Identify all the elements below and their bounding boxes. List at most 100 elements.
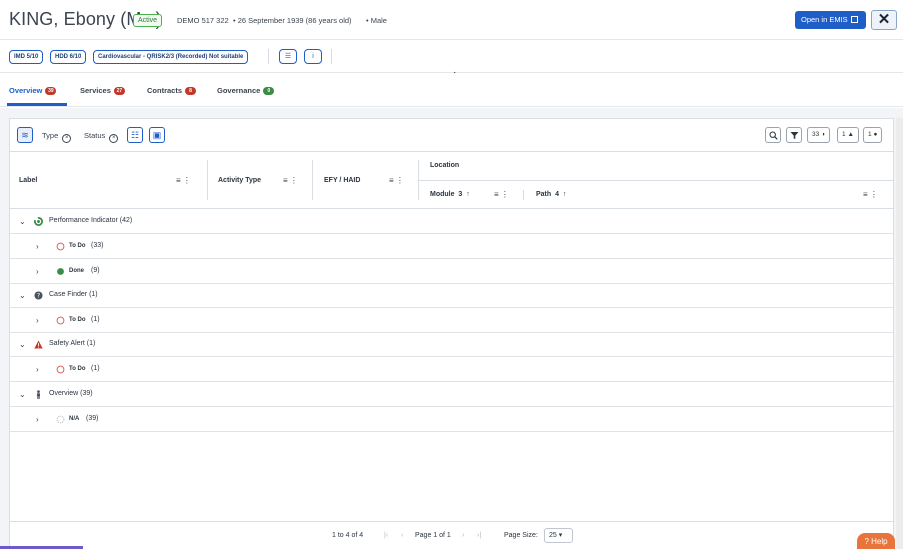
help-button[interactable]: ? Help xyxy=(857,533,895,549)
status-row[interactable]: › To Do (1) xyxy=(10,308,893,333)
status-badge: Active xyxy=(133,14,163,27)
imd-chip[interactable]: IMD 5/10 xyxy=(9,50,44,64)
status-row[interactable]: › N/A (39) xyxy=(10,407,893,432)
grid-toolbar: ≋ Type × Status × ☷ ▣ 33 ◑ 1 ▲ 1 ● xyxy=(10,119,893,152)
status-row[interactable]: › To Do (1) xyxy=(10,357,893,382)
tab-label: Services xyxy=(80,86,111,95)
open-in-emis-button[interactable]: Open in EMIS xyxy=(795,11,866,29)
tab-label: Governance xyxy=(217,86,261,95)
person-icon xyxy=(36,390,41,399)
caret-down-icon: ▾ xyxy=(558,532,563,539)
status-label: Done xyxy=(69,268,84,274)
tab-overview[interactable]: Overview 39 xyxy=(9,86,57,95)
status-count: (1) xyxy=(91,316,100,323)
tab-governance[interactable]: Governance 0 xyxy=(217,86,275,95)
status-count: (33) xyxy=(91,242,104,249)
todo-counter[interactable]: 33 ◑ xyxy=(807,127,830,143)
previous-page-icon[interactable]: ‹ xyxy=(401,532,403,539)
status-label: To Do xyxy=(69,317,86,323)
external-link-icon xyxy=(850,16,858,23)
column-menu-icon[interactable]: ≡ ⋮ xyxy=(176,176,191,185)
column-menu-icon[interactable]: ≡ ⋮ xyxy=(494,190,509,199)
tab-label: Overview xyxy=(9,86,43,95)
tab-services[interactable]: Services 27 xyxy=(80,86,125,95)
chevron-right-icon[interactable]: › xyxy=(36,415,39,424)
remove-filter-icon[interactable]: × xyxy=(62,134,72,143)
done-dot-icon xyxy=(57,268,64,275)
safety-count: 1 xyxy=(842,131,846,138)
column-divider xyxy=(207,160,208,200)
chevron-right-icon[interactable]: › xyxy=(36,365,39,374)
search-icon[interactable] xyxy=(765,127,781,143)
close-button[interactable]: ✕ xyxy=(871,10,897,30)
patient-indicators-bar: IMD 5/10 HDD 6/10 Cardiovascular - QRISK… xyxy=(0,40,903,73)
layout-toggle-icon[interactable]: ☰ xyxy=(279,49,297,64)
chevron-right-icon[interactable]: › xyxy=(36,316,39,325)
status-label: To Do xyxy=(69,243,86,249)
column-label-header[interactable]: Label xyxy=(19,177,37,184)
group-label: Overview (39) xyxy=(49,390,93,397)
group-label: Safety Alert (1) xyxy=(49,340,96,347)
column-menu-icon[interactable]: ≡ ⋮ xyxy=(283,176,298,185)
case-counter[interactable]: 1 ● xyxy=(863,127,883,143)
tab-label: Contracts xyxy=(147,86,183,95)
chevron-down-icon[interactable]: ⌄ xyxy=(19,390,26,399)
row-range: 1 to 4 of 4 xyxy=(332,532,364,539)
list-view-icon[interactable]: ☷ xyxy=(127,127,143,143)
status-count: (39) xyxy=(86,415,99,422)
last-page-icon[interactable]: ›| xyxy=(477,532,481,539)
chevron-down-icon[interactable]: ⌄ xyxy=(19,340,26,349)
chevron-right-icon[interactable]: › xyxy=(36,242,39,251)
first-page-icon[interactable]: |‹ xyxy=(384,532,388,539)
status-filter-chip[interactable]: Status × xyxy=(84,131,119,143)
column-path-header[interactable]: Path 4 ↑ xyxy=(536,191,566,198)
column-efy-haid-header[interactable]: EFY / HAID xyxy=(324,177,360,184)
column-activity-type-header[interactable]: Activity Type xyxy=(218,177,261,184)
todo-circle-icon xyxy=(56,242,65,251)
group-row[interactable]: ⌄ Performance Indicator (42) xyxy=(10,209,893,234)
tab-contracts[interactable]: Contracts 8 xyxy=(147,86,197,95)
warning-triangle-icon: ▲ xyxy=(847,131,854,138)
na-circle-icon xyxy=(56,415,65,424)
warning-triangle-icon xyxy=(34,340,43,349)
question-circle-icon: ? xyxy=(34,291,43,300)
tab-count-badge: 39 xyxy=(45,87,57,95)
page-size-select[interactable]: 25 ▾ xyxy=(544,528,573,543)
status-row[interactable]: › To Do (33) xyxy=(10,234,893,259)
tab-bar: Overview 39 Services 27 Contracts 8 Governa… xyxy=(0,73,903,107)
chevron-right-icon[interactable]: › xyxy=(36,267,39,276)
patient-sex: • Male xyxy=(366,16,387,25)
sort-ascending-icon: ↑ xyxy=(466,191,470,198)
svg-text:?: ? xyxy=(37,293,40,300)
column-menu-icon[interactable]: ≡ ⋮ xyxy=(389,176,404,185)
remove-filter-icon[interactable]: × xyxy=(109,134,119,143)
chevron-down-icon[interactable]: ⌄ xyxy=(19,291,26,300)
column-module-header[interactable]: Module 3 ↑ xyxy=(430,191,470,198)
qrisk-chip[interactable]: Cardiovascular - QRISK2/3 (Recorded) Not… xyxy=(93,50,249,64)
column-divider xyxy=(523,190,524,200)
divider xyxy=(268,49,269,64)
divider xyxy=(331,49,332,64)
status-row[interactable]: › Done (9) xyxy=(10,259,893,284)
group-row[interactable]: ⌄ Safety Alert (1) xyxy=(10,332,893,357)
info-icon[interactable]: i xyxy=(304,49,322,64)
module-sort-order: 3 xyxy=(458,191,463,198)
todo-circle-icon xyxy=(56,316,65,325)
safety-counter[interactable]: 1 ▲ xyxy=(837,127,859,143)
pagination-bar: 1 to 4 of 4 |‹ ‹ Page 1 of 1 › ›| Page S… xyxy=(10,521,893,549)
page-size-value: 25 xyxy=(549,532,557,539)
type-filter-chip[interactable]: Type × xyxy=(42,131,72,143)
tab-count-badge: 8 xyxy=(185,87,197,95)
tab-count-badge: 0 xyxy=(263,87,275,95)
group-row[interactable]: ⌄ Overview (39) xyxy=(10,382,893,407)
next-page-icon[interactable]: › xyxy=(462,532,464,539)
layers-icon[interactable]: ≋ xyxy=(17,127,33,143)
filter-funnel-icon[interactable] xyxy=(786,127,802,143)
column-menu-icon[interactable]: ≡ ⋮ xyxy=(863,190,878,199)
page-size-label: Page Size: xyxy=(504,532,538,539)
vertical-scrollbar[interactable] xyxy=(896,118,903,549)
hdd-chip[interactable]: HDD 6/10 xyxy=(50,50,87,64)
columns-view-icon[interactable]: ▣ xyxy=(149,127,165,143)
group-row[interactable]: ⌄ ? Case Finder (1) xyxy=(10,283,893,308)
chevron-down-icon[interactable]: ⌄ xyxy=(19,217,26,226)
